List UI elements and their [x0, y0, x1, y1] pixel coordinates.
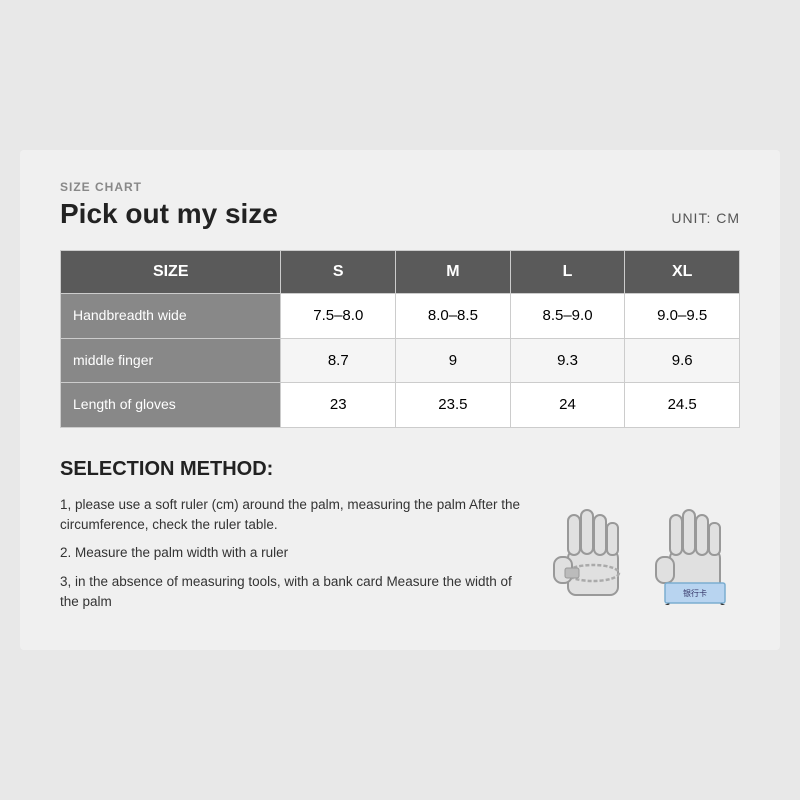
- illustration: 银行卡 ~8.5cm~: [548, 495, 740, 605]
- selection-text: 1, please use a soft ruler (cm) around t…: [60, 495, 528, 620]
- glove-card-wrapper: 银行卡 ~8.5cm~: [650, 495, 740, 605]
- row-value: 8.0–8.5: [396, 293, 511, 338]
- glove-card-icon: 银行卡 ~8.5cm~: [650, 495, 740, 605]
- selection-section: SELECTION METHOD: 1, please use a soft r…: [60, 458, 740, 620]
- table-row: Length of gloves2323.52424.5: [61, 383, 740, 428]
- table-row: Handbreadth wide7.5–8.08.0–8.58.5–9.09.0…: [61, 293, 740, 338]
- row-value: 8.5–9.0: [510, 293, 625, 338]
- glove-tape-wrapper: [548, 495, 638, 605]
- row-value: 8.7: [281, 338, 396, 383]
- svg-text:银行卡: 银行卡: [683, 588, 707, 598]
- table-header-row: SIZE S M L XL: [61, 250, 740, 293]
- main-title: Pick out my size: [60, 198, 278, 230]
- row-value: 23.5: [396, 383, 511, 428]
- col-header-xl: XL: [625, 250, 740, 293]
- size-chart-card: SIZE CHART Pick out my size UNIT: CM SIZ…: [20, 150, 780, 650]
- row-value: 7.5–8.0: [281, 293, 396, 338]
- row-label: Handbreadth wide: [61, 293, 281, 338]
- row-value: 9.0–9.5: [625, 293, 740, 338]
- glove-tape-icon: [548, 495, 638, 605]
- row-value: 9: [396, 338, 511, 383]
- col-header-m: M: [396, 250, 511, 293]
- table-row: middle finger8.799.39.6: [61, 338, 740, 383]
- row-value: 23: [281, 383, 396, 428]
- size-table: SIZE S M L XL Handbreadth wide7.5–8.08.0…: [60, 250, 740, 428]
- row-label: Length of gloves: [61, 383, 281, 428]
- step-3: 3, in the absence of measuring tools, wi…: [60, 572, 528, 613]
- unit-label: UNIT: CM: [671, 210, 740, 226]
- step-2: 2. Measure the palm width with a ruler: [60, 543, 528, 563]
- row-label: middle finger: [61, 338, 281, 383]
- row-value: 24.5: [625, 383, 740, 428]
- step-1: 1, please use a soft ruler (cm) around t…: [60, 495, 528, 536]
- row-value: 9.6: [625, 338, 740, 383]
- header-row: Pick out my size UNIT: CM: [60, 198, 740, 230]
- size-chart-label: SIZE CHART: [60, 180, 740, 194]
- col-header-size: SIZE: [61, 250, 281, 293]
- selection-content: 1, please use a soft ruler (cm) around t…: [60, 495, 740, 620]
- col-header-s: S: [281, 250, 396, 293]
- row-value: 24: [510, 383, 625, 428]
- row-value: 9.3: [510, 338, 625, 383]
- selection-title: SELECTION METHOD:: [60, 458, 740, 481]
- col-header-l: L: [510, 250, 625, 293]
